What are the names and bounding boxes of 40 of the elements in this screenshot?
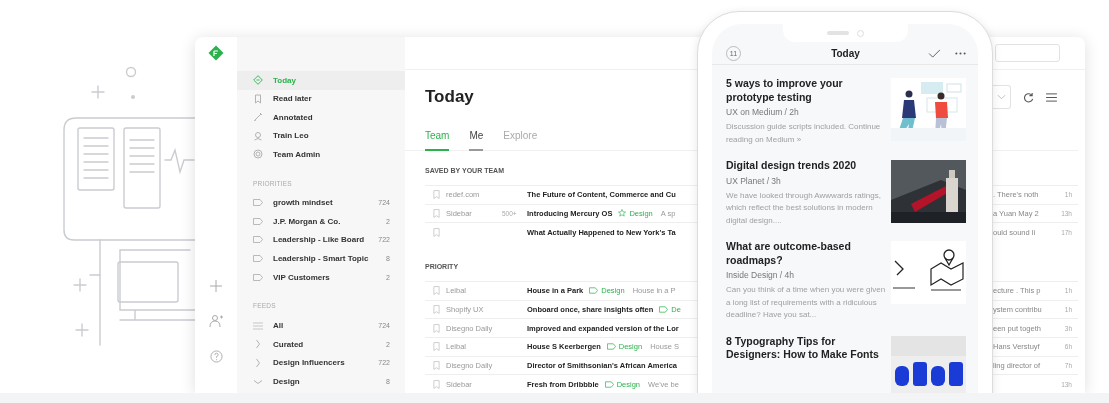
label-icon	[589, 287, 599, 295]
label-icon	[253, 236, 263, 244]
label-icon	[604, 380, 614, 388]
chevron-down-icon	[997, 94, 1006, 101]
badge-icon	[253, 149, 263, 160]
nav-item[interactable]: Team Admin	[237, 145, 405, 164]
label-icon	[606, 343, 616, 351]
more-icon[interactable]	[955, 51, 966, 55]
nav-item[interactable]: Read later	[237, 89, 405, 108]
article-title[interactable]: 8 Typography Tips for Designers: How to Make Fonts	[726, 334, 886, 362]
logo-icon[interactable]	[208, 45, 224, 61]
nav-item[interactable]: Annotated	[237, 108, 405, 127]
article-source: UX on Medium / 2h	[726, 107, 800, 117]
article-source: Inside Design / 4h	[726, 270, 796, 280]
tag-icon	[253, 75, 263, 86]
article-title[interactable]: What are outcome-based roadmaps?	[726, 240, 886, 267]
screen-title: Today	[830, 47, 861, 59]
article-summary: Discussion guide scripts included. Continue reading on Medium »	[726, 121, 882, 146]
refresh-icon[interactable]	[1023, 91, 1034, 103]
list-icon	[253, 321, 263, 330]
tab[interactable]: Me	[469, 124, 484, 151]
help-icon[interactable]	[209, 350, 223, 363]
article-title[interactable]: Digital design trends 2020	[726, 159, 886, 173]
check-icon[interactable]	[928, 48, 941, 58]
chevron-right-icon[interactable]	[253, 357, 263, 368]
nav-item[interactable]: Train Leo	[237, 126, 405, 145]
article-title[interactable]: 5 ways to improve your prototype testing	[726, 77, 886, 104]
article-source: UX Planet / 3h	[726, 175, 782, 186]
search-field[interactable]	[995, 43, 1060, 62]
menu-icon[interactable]	[1046, 92, 1057, 102]
article-summary: Can you think of a time when you were given a long list of requirements with a ridiculous deadline? Have you sat...	[726, 284, 886, 321]
pen-icon	[253, 112, 263, 123]
chevron-right-icon[interactable]	[253, 339, 263, 350]
bookmark-icon	[253, 93, 263, 104]
star-icon	[618, 209, 627, 218]
add-icon[interactable]	[210, 280, 222, 292]
add-user-icon[interactable]	[209, 314, 223, 328]
article-summary: We have looked through Awwwards ratings, which reflect the best solutions in modern digital design....	[726, 189, 882, 227]
label-icon	[659, 305, 669, 313]
page-title: Today	[425, 87, 475, 108]
